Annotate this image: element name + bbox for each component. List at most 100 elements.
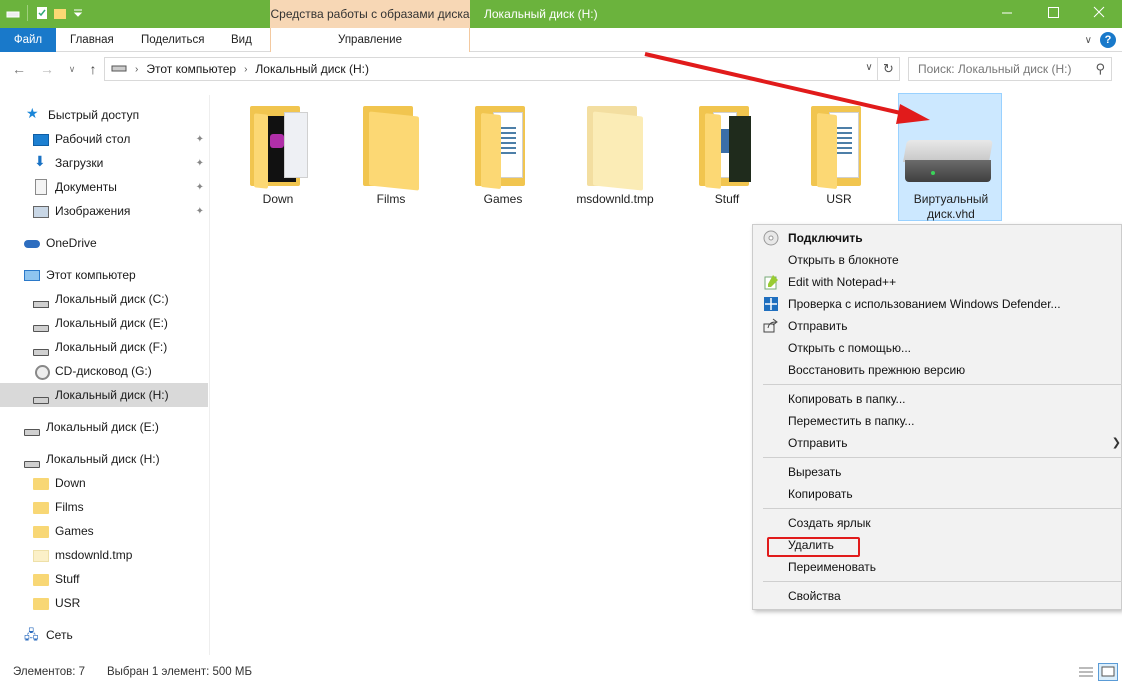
sidebar-item-desktop[interactable]: Рабочий стол ✦: [0, 127, 208, 151]
menu-item-rename[interactable]: Переименовать: [753, 556, 1122, 578]
search-input[interactable]: Поиск: Локальный диск (H:) ⚲: [908, 57, 1112, 81]
menu-item-share[interactable]: Отправить: [753, 315, 1122, 337]
folder-icon: [811, 106, 867, 190]
pictures-icon: [33, 206, 49, 218]
address-dropdown-icon[interactable]: ∨: [860, 57, 878, 81]
drive-icon[interactable]: [6, 6, 20, 20]
file-item-games[interactable]: Games: [451, 94, 555, 214]
sidebar-item-drive-c[interactable]: Локальный диск (C:): [0, 287, 208, 311]
sidebar-item-cd-g[interactable]: CD-дисковод (G:): [0, 359, 208, 383]
sidebar-item-folder-films[interactable]: Films: [0, 495, 208, 519]
sidebar-item-quick-access[interactable]: Быстрый доступ: [0, 103, 208, 127]
pin-icon[interactable]: ✦: [196, 182, 204, 193]
tab-home[interactable]: Главная: [60, 28, 124, 52]
recent-locations-button[interactable]: ∨: [63, 59, 81, 79]
sidebar-item-folder-msdownld[interactable]: msdownld.tmp: [0, 543, 208, 567]
pin-icon[interactable]: ✦: [196, 206, 204, 217]
menu-item-move-to-folder[interactable]: Переместить в папку...: [753, 410, 1122, 432]
menu-item-label: Свойства: [788, 589, 841, 603]
sidebar-item-network[interactable]: Сеть: [0, 623, 208, 648]
sidebar-item-downloads[interactable]: Загрузки ✦: [0, 151, 208, 175]
pin-icon[interactable]: ✦: [196, 134, 204, 145]
menu-item-open-notepad[interactable]: Открыть в блокноте: [753, 249, 1122, 271]
back-button[interactable]: ←: [10, 59, 28, 79]
menu-item-open-with[interactable]: Открыть с помощью...: [753, 337, 1122, 359]
drive-icon: [111, 62, 127, 77]
customize-qat-icon[interactable]: [71, 6, 85, 20]
navigation-bar: ← → ∨ ↑ › Этот компьютер › Локальный дис…: [0, 53, 1122, 85]
large-icons-view-icon[interactable]: [1098, 663, 1118, 681]
sidebar-item-drive-h[interactable]: Локальный диск (H:): [0, 383, 208, 407]
file-name: Games: [483, 192, 523, 206]
menu-item-label: Вырезать: [788, 465, 842, 479]
sidebar-item-folder-games[interactable]: Games: [0, 519, 208, 543]
maximize-button[interactable]: [1030, 0, 1076, 28]
up-button[interactable]: ↑: [84, 59, 102, 79]
tab-file[interactable]: Файл: [0, 28, 56, 52]
menu-item-cut[interactable]: Вырезать: [753, 461, 1122, 483]
breadcrumb-drive-h[interactable]: Локальный диск (H:): [255, 62, 369, 76]
folder-icon: [475, 106, 531, 190]
menu-item-mount[interactable]: Подключить: [753, 227, 1122, 249]
sidebar-item-folder-usr[interactable]: USR: [0, 591, 208, 615]
menu-item-notepadpp[interactable]: Edit with Notepad++: [753, 271, 1122, 293]
tab-view[interactable]: Вид: [221, 28, 262, 52]
sidebar-item-label: Games: [55, 524, 94, 538]
sidebar-item-this-pc[interactable]: Этот компьютер: [0, 263, 208, 287]
folder-icon: [33, 502, 49, 514]
minimize-button[interactable]: [984, 0, 1030, 28]
sidebar-item-drive-h-root[interactable]: Локальный диск (H:): [0, 447, 208, 471]
forward-button[interactable]: →: [38, 59, 56, 79]
file-item-films[interactable]: Films: [339, 94, 443, 214]
sidebar-item-folder-stuff[interactable]: Stuff: [0, 567, 208, 591]
sidebar-item-onedrive[interactable]: OneDrive: [0, 231, 208, 255]
sidebar-item-folder-down[interactable]: Down: [0, 471, 208, 495]
sidebar-item-drive-f[interactable]: Локальный диск (F:): [0, 335, 208, 359]
folder-icon: [363, 106, 419, 191]
file-item-down[interactable]: Down: [226, 94, 330, 214]
menu-item-create-shortcut[interactable]: Создать ярлык: [753, 512, 1122, 534]
file-item-stuff[interactable]: Stuff: [675, 94, 779, 214]
sidebar-item-documents[interactable]: Документы ✦: [0, 175, 208, 199]
menu-item-copy[interactable]: Копировать: [753, 483, 1122, 505]
menu-item-properties[interactable]: Свойства: [753, 585, 1122, 607]
breadcrumb-separator-icon[interactable]: ›: [135, 64, 138, 75]
pin-icon[interactable]: ✦: [196, 158, 204, 169]
file-name: Down: [262, 192, 294, 206]
close-button[interactable]: [1076, 0, 1122, 28]
new-folder-icon[interactable]: [53, 6, 67, 20]
address-bar[interactable]: › Этот компьютер › Локальный диск (H:): [104, 57, 878, 81]
folder-icon: [33, 574, 49, 586]
breadcrumb-this-pc[interactable]: Этот компьютер: [146, 62, 236, 76]
folder-icon: [33, 550, 49, 562]
tab-manage[interactable]: Управление: [270, 28, 470, 52]
share-icon: [763, 318, 779, 334]
sidebar-item-label: Изображения: [55, 204, 131, 218]
tab-share[interactable]: Поделиться: [131, 28, 215, 52]
sidebar-item-pictures[interactable]: Изображения ✦: [0, 199, 208, 223]
refresh-button[interactable]: ↻: [878, 57, 900, 81]
file-item-msdownld[interactable]: msdownld.tmp: [563, 94, 667, 214]
file-item-usr[interactable]: USR: [787, 94, 891, 214]
menu-item-restore-version[interactable]: Восстановить прежнюю версию: [753, 359, 1122, 381]
drive-icon: [33, 324, 49, 332]
properties-icon[interactable]: [35, 6, 49, 20]
details-view-icon[interactable]: [1076, 663, 1096, 681]
menu-item-send-to[interactable]: Отправить ❯: [753, 432, 1122, 454]
sidebar-item-label: Локальный диск (H:): [46, 452, 160, 466]
drive-icon: [33, 396, 49, 404]
help-icon[interactable]: ?: [1100, 32, 1116, 48]
drive-icon: [24, 460, 40, 468]
menu-item-defender[interactable]: Проверка с использованием Windows Defend…: [753, 293, 1122, 315]
ribbon-tabs: Файл Главная Поделиться Вид Управление ∨…: [0, 28, 1122, 52]
menu-item-label: Копировать: [788, 487, 853, 501]
sidebar-item-drive-e-root[interactable]: Локальный диск (E:): [0, 415, 208, 439]
menu-separator: [763, 457, 1122, 458]
hard-disk-icon: [903, 140, 993, 184]
menu-item-copy-to-folder[interactable]: Копировать в папку...: [753, 388, 1122, 410]
sidebar-item-drive-e[interactable]: Локальный диск (E:): [0, 311, 208, 335]
file-item-vhd[interactable]: Виртуальный диск.vhd: [898, 93, 1002, 221]
file-name: USR: [826, 192, 852, 206]
breadcrumb-separator-icon[interactable]: ›: [244, 64, 247, 75]
expand-ribbon-icon[interactable]: ∨: [1085, 35, 1092, 46]
